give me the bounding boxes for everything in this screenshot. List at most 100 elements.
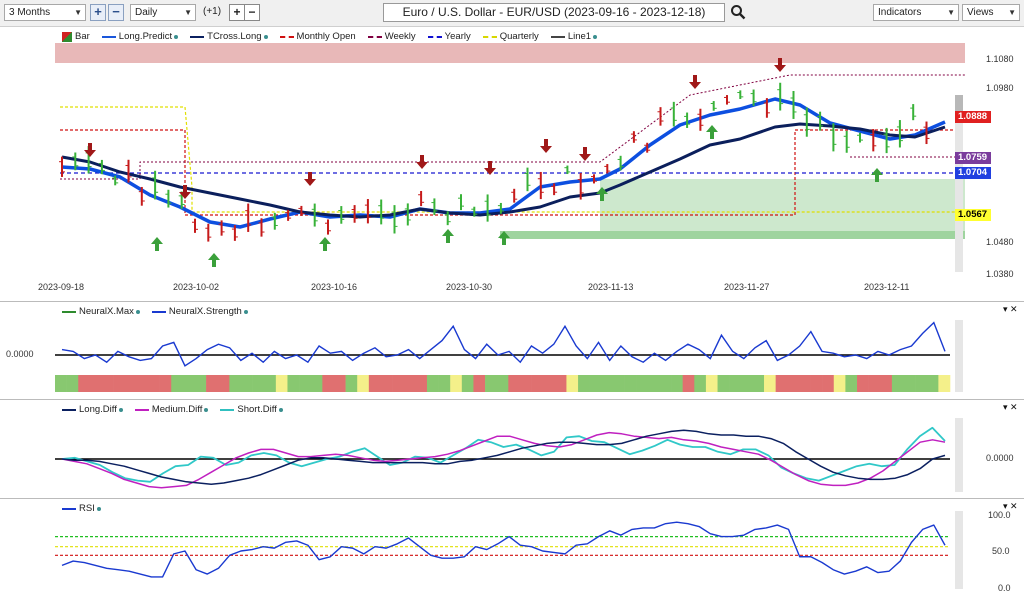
- neural-max-block: [357, 375, 370, 392]
- diff-chart[interactable]: [0, 400, 1024, 498]
- indicators-select-value: Indicators: [878, 7, 922, 18]
- chevron-down-icon: ▼: [1008, 8, 1016, 17]
- toolbar: 3 Months ▼ + − Daily ▼ (+1) + − Euro / U…: [0, 0, 1024, 27]
- neural-max-block: [252, 375, 265, 392]
- neural-max-block: [508, 375, 521, 392]
- sell-arrow-icon: [304, 172, 316, 186]
- sell-arrow-icon: [84, 143, 96, 157]
- search-icon[interactable]: [730, 4, 746, 20]
- neural-max-block: [612, 375, 625, 392]
- date-axis-label: 2023-09-18: [38, 282, 85, 292]
- neural-max-block: [368, 375, 381, 392]
- rsi-line: [61, 521, 946, 578]
- neural-max-block: [182, 375, 195, 392]
- neural-panel[interactable]: NeuralX.Max NeuralX.Strength ▾ ✕ 0.0000: [0, 301, 1024, 399]
- sell-arrow-icon: [689, 75, 701, 89]
- interval-select[interactable]: Daily ▼: [130, 4, 196, 21]
- diff-panel[interactable]: Long.Diff Medium.Diff Short.Diff ▾ ✕ 0.000…: [0, 399, 1024, 498]
- neural-max-block: [66, 375, 79, 392]
- neural-max-block: [322, 375, 335, 392]
- neural-max-block: [636, 375, 649, 392]
- neural-max-block: [392, 375, 405, 392]
- neural-max-block: [566, 375, 579, 392]
- neural-max-block: [136, 375, 149, 392]
- neural-max-block: [729, 375, 742, 392]
- price-panel[interactable]: Bar Long.Predict TCross.Long Monthly Open We…: [0, 27, 1024, 300]
- neural-max-block: [426, 375, 439, 392]
- plus-icon: +: [233, 5, 241, 19]
- rsi-chart[interactable]: [0, 499, 1024, 596]
- neural-max-block: [450, 375, 463, 392]
- neural-max-block: [333, 375, 346, 392]
- diff-scroll-track[interactable]: [955, 418, 963, 492]
- zoom-in-button[interactable]: +: [90, 4, 106, 21]
- buy-arrow-icon: [151, 237, 163, 251]
- neural-max-block: [496, 375, 509, 392]
- neural-chart[interactable]: [0, 302, 1024, 399]
- neural-max-block: [264, 375, 277, 392]
- views-select[interactable]: Views ▼: [962, 4, 1020, 21]
- neural-max-block: [240, 375, 253, 392]
- neural-max-block: [194, 375, 207, 392]
- buy-arrow-icon: [706, 125, 718, 139]
- date-axis-label: 2023-12-11: [864, 282, 910, 292]
- neural-max-block: [833, 375, 846, 392]
- neural-max-block: [217, 375, 230, 392]
- zoom-out-button[interactable]: −: [108, 4, 124, 21]
- neural-max-block: [171, 375, 184, 392]
- neural-scroll-track[interactable]: [955, 320, 963, 392]
- chevron-down-icon: ▼: [74, 8, 82, 17]
- price-chart[interactable]: [0, 27, 1024, 300]
- buy-arrow-icon: [208, 253, 220, 267]
- price-axis-label: 1.0480: [986, 237, 1014, 247]
- neural-max-block: [810, 375, 823, 392]
- neural-max-block: [705, 375, 718, 392]
- neural-max-block: [403, 375, 416, 392]
- neural-max-block: [845, 375, 858, 392]
- neural-max-block: [624, 375, 637, 392]
- plus-icon: +: [94, 4, 102, 19]
- neural-max-block: [647, 375, 660, 392]
- views-select-value: Views: [967, 7, 994, 18]
- neural-max-block: [531, 375, 544, 392]
- neural-max-block: [891, 375, 904, 392]
- neural-max-block: [113, 375, 126, 392]
- neural-max-block: [124, 375, 137, 392]
- price-tag-weekly: 1.0759: [955, 152, 991, 164]
- rsi-scroll-track[interactable]: [955, 511, 963, 589]
- rsi-panel[interactable]: RSI ▾ ✕ 100.0 50.0 0.0: [0, 498, 1024, 596]
- neural-strength-line: [61, 321, 946, 367]
- neural-max-block: [938, 375, 951, 392]
- range-select[interactable]: 3 Months ▼: [4, 4, 86, 21]
- neural-max-block: [206, 375, 219, 392]
- neural-max-block: [601, 375, 614, 392]
- neural-max-block: [682, 375, 695, 392]
- offset-plus-button[interactable]: +: [229, 4, 245, 21]
- support-zone: [600, 179, 965, 231]
- price-tag-yearly: 1.0704: [955, 167, 991, 179]
- neural-max-block: [798, 375, 811, 392]
- price-axis-label: 1.1080: [986, 54, 1014, 64]
- symbol-title-input[interactable]: Euro / U.S. Dollar - EUR/USD (2023-09-16…: [383, 3, 725, 22]
- neural-max-block: [345, 375, 358, 392]
- chevron-down-icon: ▼: [947, 8, 955, 17]
- neural-max-block: [78, 375, 91, 392]
- neural-max-block: [159, 375, 172, 392]
- offset-minus-button[interactable]: −: [244, 4, 260, 21]
- buy-arrow-icon: [319, 237, 331, 251]
- long-diff-line: [61, 429, 946, 485]
- price-tag-quarterly: 1.0567: [955, 209, 991, 221]
- indicators-select[interactable]: Indicators ▼: [873, 4, 959, 21]
- offset-label: (+1): [203, 6, 222, 17]
- neural-max-block: [671, 375, 683, 392]
- neural-max-block: [752, 375, 765, 392]
- chevron-down-icon: ▼: [184, 8, 192, 17]
- buy-arrow-icon: [442, 229, 454, 243]
- price-axis-label: 1.0980: [986, 83, 1014, 93]
- neural-max-block: [89, 375, 102, 392]
- neural-max-block: [717, 375, 730, 392]
- price-scroll-track[interactable]: [955, 122, 963, 272]
- neural-max-block: [147, 375, 160, 392]
- neural-max-block: [485, 375, 497, 392]
- neural-max-block: [519, 375, 532, 392]
